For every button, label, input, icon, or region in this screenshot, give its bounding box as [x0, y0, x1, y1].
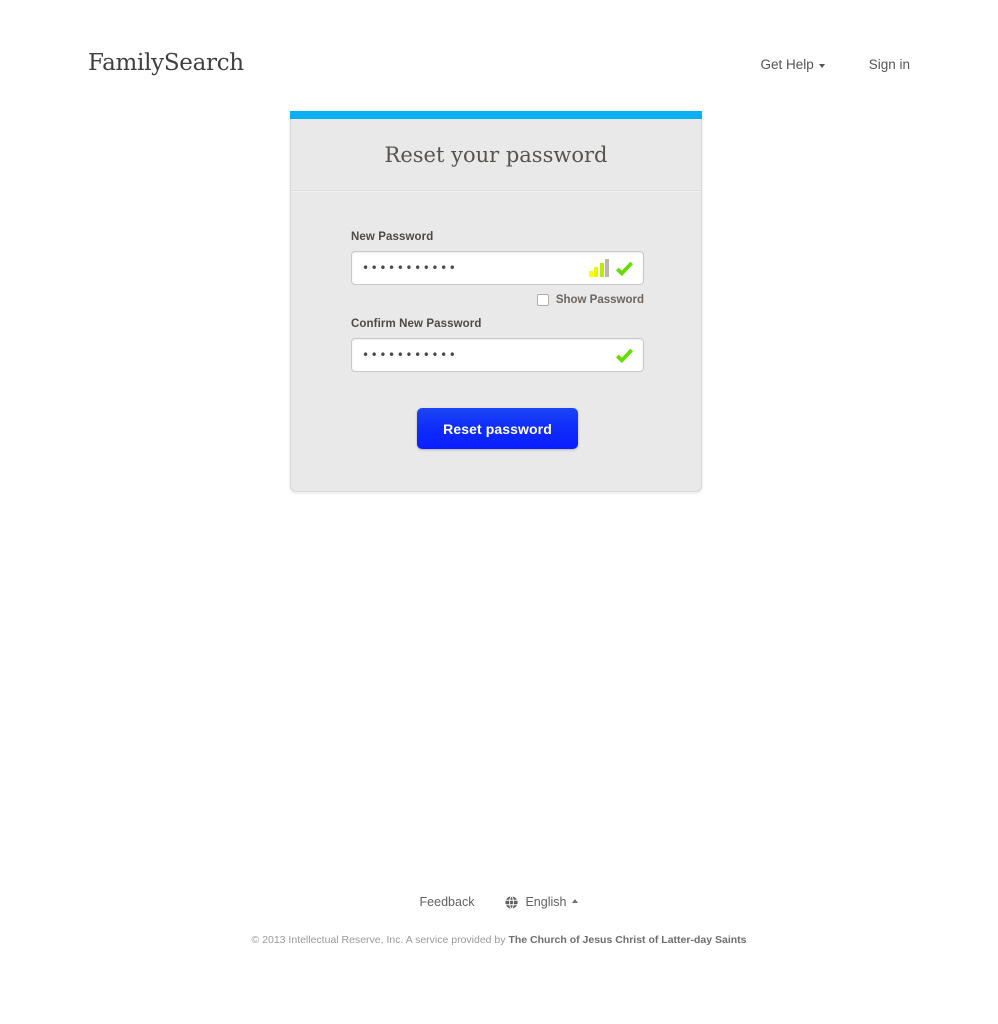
confirm-password-field[interactable]: ••••••••••• [351, 338, 644, 372]
sign-in-label: Sign in [868, 57, 910, 72]
show-password-label[interactable]: Show Password [556, 294, 644, 306]
footer-links: Feedback English [0, 890, 998, 914]
chevron-up-icon [572, 899, 579, 903]
new-password-adornments [588, 252, 644, 284]
site-header: FamilySearch Get Help Sign in [0, 0, 998, 104]
reset-password-card: Reset your password New Password •••••••… [290, 111, 702, 492]
card-header: Reset your password [291, 119, 701, 191]
sign-in-link[interactable]: Sign in [869, 57, 910, 72]
submit-row: Reset password [351, 408, 644, 449]
confirm-password-adornments [615, 339, 643, 371]
strength-bar-2 [594, 267, 598, 277]
show-password-checkbox[interactable] [536, 294, 549, 306]
get-help-menu[interactable]: Get Help [760, 57, 825, 72]
valid-checkmark-icon [616, 348, 634, 363]
new-password-field[interactable]: ••••••••••• [351, 251, 644, 285]
copyright-text: © 2013 Intellectual Reserve, Inc. A serv… [251, 934, 509, 946]
feedback-link[interactable]: Feedback [420, 895, 475, 909]
new-password-label: New Password [351, 231, 434, 243]
reset-password-button[interactable]: Reset password [417, 408, 578, 449]
confirm-password-label: Confirm New Password [351, 318, 482, 330]
get-help-label: Get Help [760, 57, 814, 72]
card-accent-bar [290, 111, 702, 119]
strength-bar-4 [605, 259, 609, 277]
chevron-down-icon [818, 63, 825, 68]
valid-checkmark-icon [616, 261, 634, 276]
page-title: Reset your password [384, 142, 608, 167]
copyright-org: The Church of Jesus Christ of Latter-day… [508, 934, 747, 946]
strength-bar-1 [588, 271, 593, 277]
reset-password-form: New Password ••••••••••• Show Password C [291, 191, 701, 491]
confirm-password-input[interactable]: ••••••••••• [352, 348, 615, 362]
password-strength-meter [588, 259, 609, 277]
header-navigation: Get Help Sign in [760, 57, 910, 72]
language-label: English [525, 895, 567, 909]
language-picker[interactable]: English [504, 894, 579, 910]
strength-bar-3 [599, 263, 604, 277]
familysearch-logo[interactable]: FamilySearch [88, 50, 244, 76]
new-password-input[interactable]: ••••••••••• [352, 261, 589, 275]
globe-icon [504, 894, 519, 910]
show-password-row[interactable]: Show Password [351, 294, 644, 306]
site-footer: Feedback English © 2013 Intellectual Res… [0, 890, 998, 946]
copyright-notice: © 2013 Intellectual Reserve, Inc. A serv… [0, 934, 998, 946]
